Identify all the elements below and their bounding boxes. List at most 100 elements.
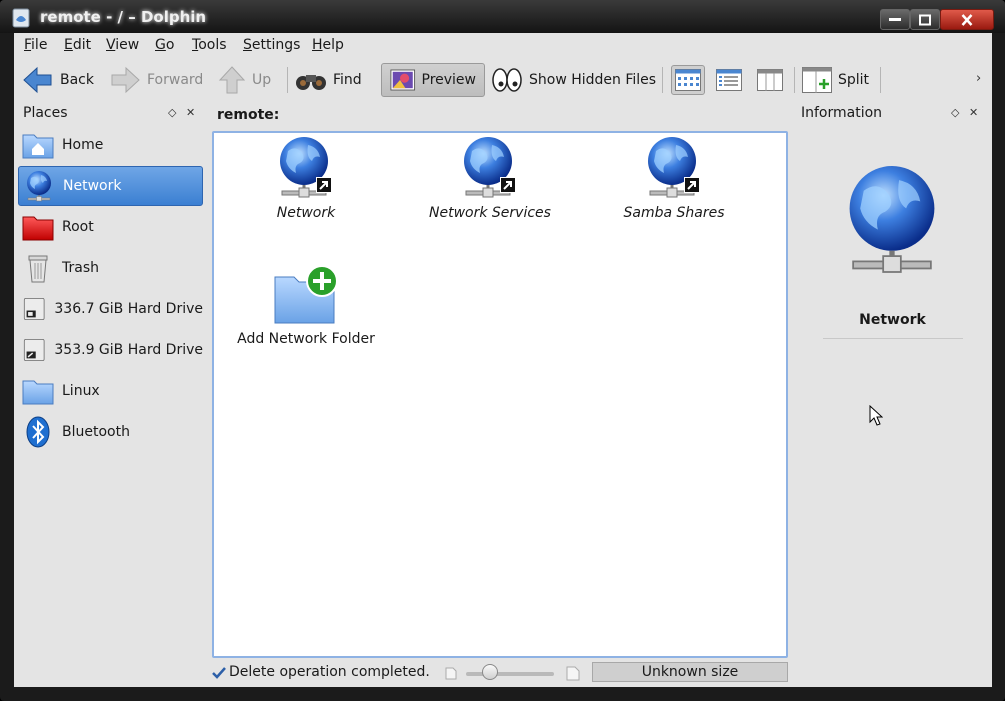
file-item-add-network-folder[interactable]: Add Network Folder (216, 265, 396, 347)
menu-settings-accel: S (243, 37, 252, 53)
places-item-label: 353.9 GiB Hard Drive (54, 342, 203, 358)
binoculars-icon (296, 75, 326, 90)
forward-button[interactable]: Forward (109, 63, 203, 97)
details-view-icon (716, 69, 742, 91)
find-label: Find (333, 72, 362, 88)
menu-bar: File Edit View Go Tools Settings Help (14, 33, 992, 59)
information-panel-title: Information (801, 105, 883, 121)
file-item-label: Network (276, 205, 336, 221)
close-icon (961, 13, 973, 26)
zoom-slider-track[interactable] (466, 672, 554, 676)
places-item-trash[interactable]: Trash (18, 248, 203, 288)
eyes-icon (492, 68, 522, 92)
information-item-name: Network (859, 312, 926, 328)
information-divider (823, 338, 963, 339)
title-bar[interactable]: remote - / – Dolphin (0, 0, 1005, 33)
places-item-root[interactable]: Root (18, 207, 203, 247)
panel-float-icon[interactable]: ◇ (168, 106, 176, 119)
dolphin-window: remote - / – Dolphin File Edit View Go T… (0, 0, 1005, 701)
location-bar[interactable]: remote: (217, 107, 279, 123)
dolphin-app-icon[interactable] (12, 8, 30, 28)
file-item-network[interactable]: Network (216, 135, 396, 221)
toolbar-separator (287, 67, 288, 93)
panel-close-icon[interactable]: ✕ (186, 106, 195, 119)
toolbar-overflow-chevron-icon[interactable]: › (976, 71, 981, 86)
menu-view-label: iew (115, 37, 140, 53)
places-item-linux[interactable]: Linux (18, 371, 203, 411)
toolbar-separator (794, 67, 795, 93)
zoom-in-icon[interactable] (566, 666, 580, 681)
icons-view-icon (675, 69, 701, 91)
network-globe-link-icon (278, 135, 332, 199)
places-item-label: 336.7 GiB Hard Drive (54, 301, 203, 317)
details-view-button[interactable] (712, 65, 746, 95)
up-label: Up (252, 72, 272, 88)
columns-view-icon (757, 69, 783, 91)
places-item-hard-drive-1[interactable]: 336.7 GiB Hard Drive (18, 289, 203, 329)
file-item-label: Add Network Folder (237, 331, 375, 347)
menu-settings-label: ettings (251, 37, 301, 53)
split-button[interactable]: Split (802, 63, 869, 97)
preview-toggle[interactable]: Preview (381, 63, 485, 97)
window-title: remote - / – Dolphin (40, 8, 207, 26)
preview-label: Preview (421, 72, 477, 88)
show-hidden-files-label: Show Hidden Files (529, 72, 657, 88)
menu-edit[interactable]: Edit (64, 37, 91, 53)
places-item-bluetooth[interactable]: Bluetooth (18, 412, 203, 452)
checkmark-icon (212, 667, 226, 679)
folder-icon (22, 380, 54, 405)
places-item-label: Bluetooth (62, 424, 130, 440)
up-button[interactable]: Up (218, 63, 271, 97)
main-toolbar: Back Forward Up Find Preview Show Hidden… (14, 59, 992, 101)
menu-help[interactable]: Help (312, 37, 344, 53)
places-item-home[interactable]: Home (18, 125, 203, 165)
hard-drive-icon (23, 338, 45, 362)
menu-file-label: ile (31, 37, 48, 53)
toolbar-separator (662, 67, 663, 93)
menu-go[interactable]: Go (155, 37, 174, 53)
toolbar-separator (880, 67, 881, 93)
panel-close-icon[interactable]: ✕ (969, 106, 978, 119)
places-item-label: Home (62, 137, 104, 153)
find-button[interactable]: Find (295, 63, 362, 97)
menu-edit-label: dit (72, 37, 92, 53)
menu-settings[interactable]: Settings (243, 37, 300, 53)
network-globe-link-icon (462, 135, 516, 199)
network-globe-icon (23, 170, 55, 202)
file-view[interactable]: Network Network Services Samba Shares Ad… (212, 131, 788, 658)
columns-view-button[interactable] (753, 65, 787, 95)
information-panel: Information ◇ ✕ Network (793, 101, 992, 661)
minimize-button[interactable] (880, 9, 910, 30)
forward-arrow-icon (111, 66, 140, 94)
file-item-label: Network Services (429, 205, 551, 221)
menu-go-label: o (165, 37, 175, 53)
close-button[interactable] (940, 9, 994, 30)
show-hidden-files-toggle[interactable]: Show Hidden Files (491, 63, 656, 97)
menu-help-label: elp (322, 37, 344, 53)
places-item-label: Linux (62, 383, 100, 399)
places-item-label: Network (63, 178, 122, 194)
forward-label: Forward (147, 72, 204, 88)
file-item-samba-shares[interactable]: Samba Shares (584, 135, 764, 221)
places-item-network[interactable]: Network (18, 166, 203, 206)
panel-float-icon[interactable]: ◇ (951, 106, 959, 119)
zoom-slider-handle[interactable] (482, 664, 498, 680)
places-panel: Places ◇ ✕ Home Network Root Trash 336.7… (14, 101, 207, 661)
places-item-hard-drive-2[interactable]: 353.9 GiB Hard Drive (18, 330, 203, 370)
menu-view-accel: V (106, 37, 116, 53)
menu-view[interactable]: View (106, 37, 139, 53)
status-message: Delete operation completed. (229, 664, 430, 680)
places-panel-title: Places (23, 105, 68, 121)
maximize-button[interactable] (910, 9, 940, 30)
file-item-network-services[interactable]: Network Services (400, 135, 580, 221)
root-folder-icon (22, 216, 54, 241)
menu-tools[interactable]: Tools (192, 37, 227, 53)
zoom-out-icon[interactable] (445, 667, 457, 680)
network-globe-link-icon (646, 135, 700, 199)
menu-file-accel: F (24, 37, 32, 53)
menu-edit-accel: E (64, 37, 73, 53)
menu-file[interactable]: File (24, 37, 47, 53)
back-button[interactable]: Back (22, 63, 94, 97)
maximize-icon (919, 14, 931, 25)
icons-view-button[interactable] (671, 65, 705, 95)
